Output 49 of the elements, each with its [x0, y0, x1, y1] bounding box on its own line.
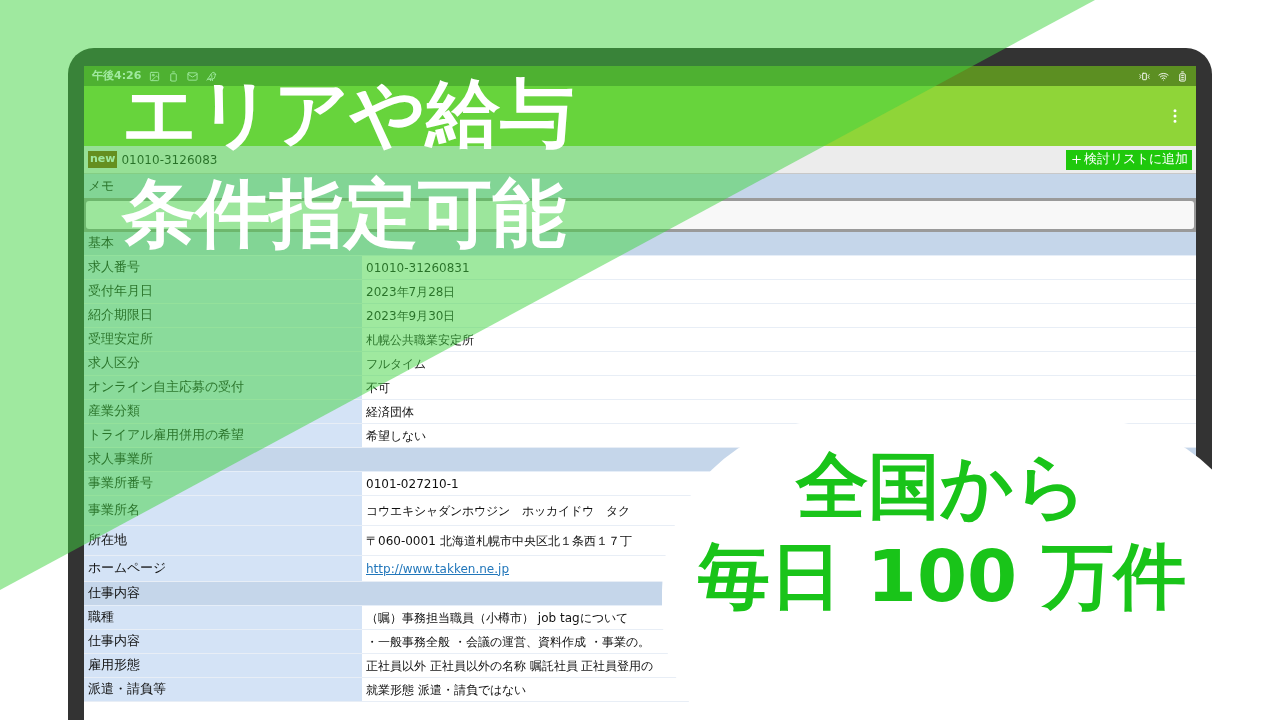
- field-value: 経済団体: [366, 403, 414, 421]
- section-header: 仕事内容: [88, 584, 140, 603]
- field-value: 札幌公共職業安定所: [366, 331, 474, 349]
- wifi-icon: [1158, 70, 1169, 82]
- field-label: 仕事内容: [88, 632, 140, 651]
- field-value: 2023年9月30日: [366, 307, 456, 325]
- field-label: 雇用形態: [88, 656, 140, 675]
- field-label: 求人区分: [88, 354, 140, 373]
- callout-text: 毎日 100 万件: [697, 540, 1187, 612]
- field-label: ホームページ: [88, 559, 166, 578]
- headline-text: 条件指定可能: [122, 176, 567, 250]
- new-badge: new: [88, 151, 118, 168]
- field-value: 2023年7月28日: [366, 283, 456, 301]
- field-value: （嘱）事務担当職員（小樽市） job tagについて: [366, 609, 628, 627]
- field-label: 事業所番号: [88, 474, 153, 493]
- callout-text: 全国から: [796, 450, 1088, 522]
- field-label: 事業所名: [88, 501, 140, 520]
- field-label: 産業分類: [88, 402, 140, 421]
- section-header: 基本: [88, 234, 114, 253]
- job-number-text: 01010-3126083: [121, 151, 218, 169]
- battery-icon: [1177, 70, 1188, 82]
- field-label: 派遣・請負等: [88, 680, 166, 699]
- field-label: オンライン自主応募の受付: [88, 378, 244, 397]
- battery-icon: [168, 70, 180, 82]
- field-value: ・一般事務全般 ・会議の運営、資料作成 ・事業の。: [366, 633, 650, 651]
- field-label: トライアル雇用併用の希望: [88, 426, 244, 445]
- field-label: 受理安定所: [88, 330, 153, 349]
- mail-icon: [187, 70, 199, 82]
- field-value: 希望しない: [366, 427, 426, 445]
- field-label: 所在地: [88, 531, 127, 550]
- field-label: 求人番号: [88, 258, 140, 277]
- field-value: 0101-027210-1: [366, 475, 459, 493]
- field-value: 正社員以外 正社員以外の名称 嘱託社員 正社員登用の: [366, 657, 654, 675]
- vibrate-icon: [1139, 70, 1150, 82]
- field-value: 就業形態 派遣・請負ではない: [366, 681, 526, 699]
- field-value: フルタイム: [366, 355, 426, 373]
- homepage-link[interactable]: http://www.takken.ne.jp: [366, 559, 509, 578]
- field-value: 01010-31260831: [366, 259, 470, 277]
- field-label: 紹介期限日: [88, 306, 153, 325]
- section-header: 求人事業所: [88, 450, 153, 469]
- bird-icon: [206, 70, 218, 82]
- image-icon: [149, 70, 161, 82]
- field-value: 不可: [366, 379, 390, 397]
- field-value: コウエキシャダンホウジン ホッカイドウ タク: [366, 502, 630, 520]
- field-label: 受付年月日: [88, 282, 153, 301]
- field-label: 職種: [88, 608, 114, 627]
- plus-icon: [1070, 153, 1083, 166]
- memo-label: メモ: [88, 176, 114, 195]
- field-value: 〒060-0001 北海道札幌市中央区北１条西１７丁: [366, 532, 632, 550]
